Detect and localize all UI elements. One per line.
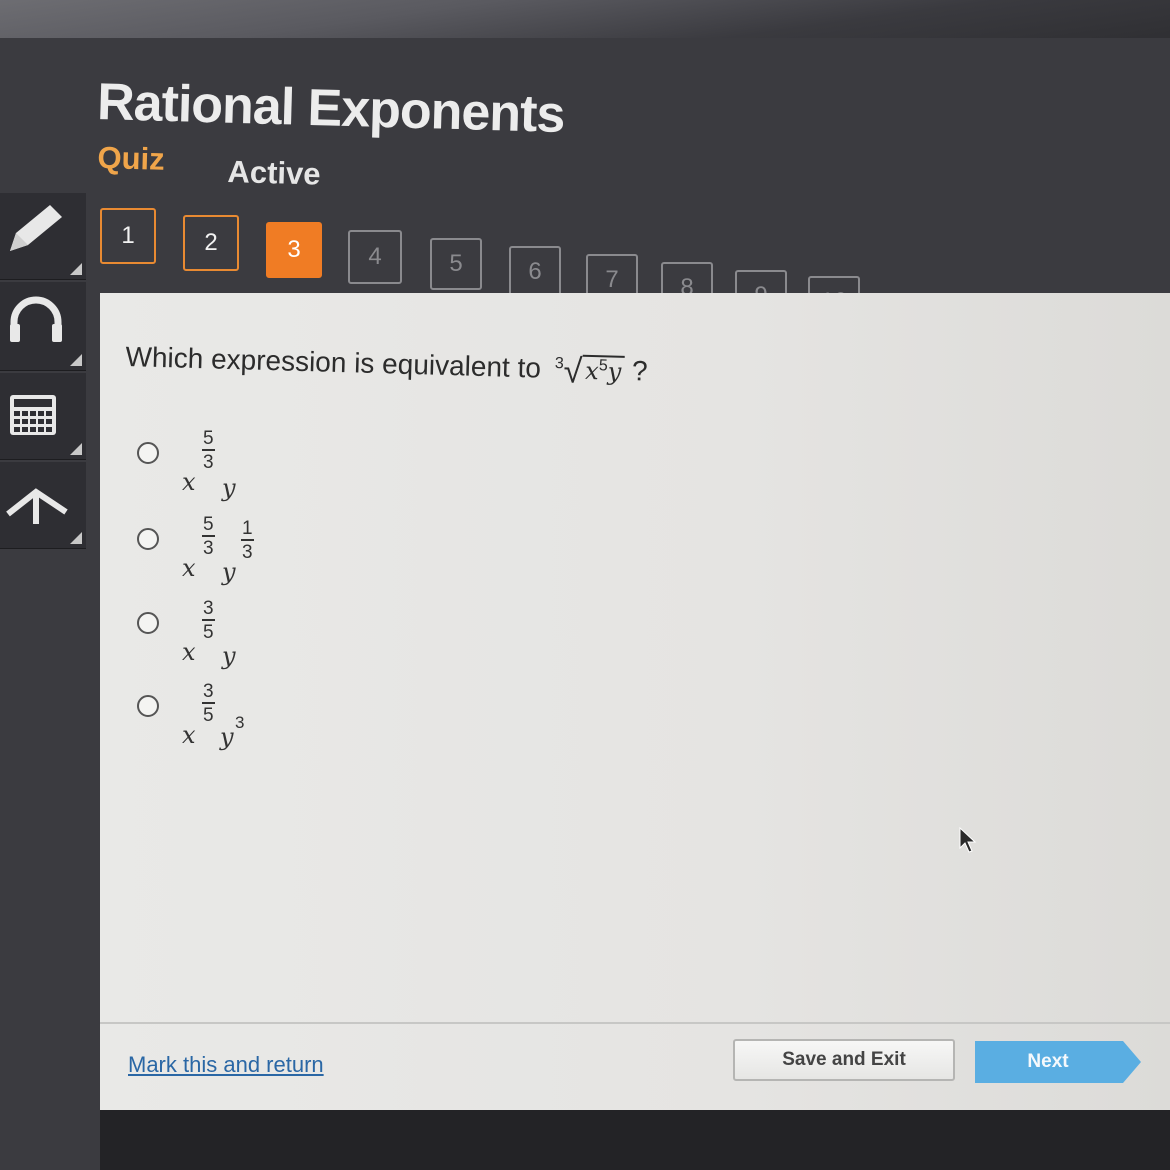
- next-button[interactable]: Next: [975, 1041, 1141, 1083]
- option-d-expression: 3 5 x y 3: [182, 681, 245, 751]
- option-b-radio[interactable]: [137, 528, 159, 550]
- activity-status-label: Active: [227, 154, 322, 192]
- pencil-icon: [6, 199, 66, 264]
- question-nav-6[interactable]: 6: [509, 246, 561, 298]
- sidebar-tool-pencil[interactable]: [0, 193, 86, 280]
- sidebar-tool-headphones[interactable]: [0, 282, 86, 371]
- sidebar-tool-reference[interactable]: [0, 462, 86, 549]
- option-d-radio[interactable]: [137, 695, 159, 717]
- option-c-expression: 3 5 x y: [182, 598, 236, 670]
- question-nav-5[interactable]: 5: [430, 238, 482, 290]
- sidebar-tool-calculator[interactable]: [0, 373, 86, 460]
- question-nav-4[interactable]: 4: [348, 230, 402, 284]
- option-a-expression: 5 3 x y: [182, 428, 236, 502]
- question-nav-1[interactable]: 1: [100, 208, 156, 264]
- radicand: x5y: [581, 354, 625, 386]
- question-mark: ?: [631, 355, 649, 387]
- question-nav-2[interactable]: 2: [183, 215, 239, 271]
- option-c-radio[interactable]: [137, 612, 159, 634]
- radical-sign: √: [563, 352, 583, 391]
- option-b-expression: 5 3 x y 1 3: [182, 514, 254, 586]
- activity-type-label: Quiz: [97, 140, 166, 177]
- option-a-radio[interactable]: [137, 442, 159, 464]
- headphones-icon: [6, 288, 66, 353]
- mark-and-return-link[interactable]: Mark this and return: [128, 1052, 324, 1078]
- next-button-label: Next: [1027, 1051, 1069, 1072]
- reference-arrow-icon: [6, 468, 70, 533]
- calculator-icon: [6, 379, 66, 444]
- question-nav-3[interactable]: 3: [266, 222, 322, 278]
- footer-divider: [100, 1022, 1170, 1024]
- screen-bottom-edge: [100, 1110, 1170, 1170]
- save-and-exit-button[interactable]: Save and Exit: [733, 1039, 955, 1081]
- mouse-cursor-icon: [959, 826, 977, 853]
